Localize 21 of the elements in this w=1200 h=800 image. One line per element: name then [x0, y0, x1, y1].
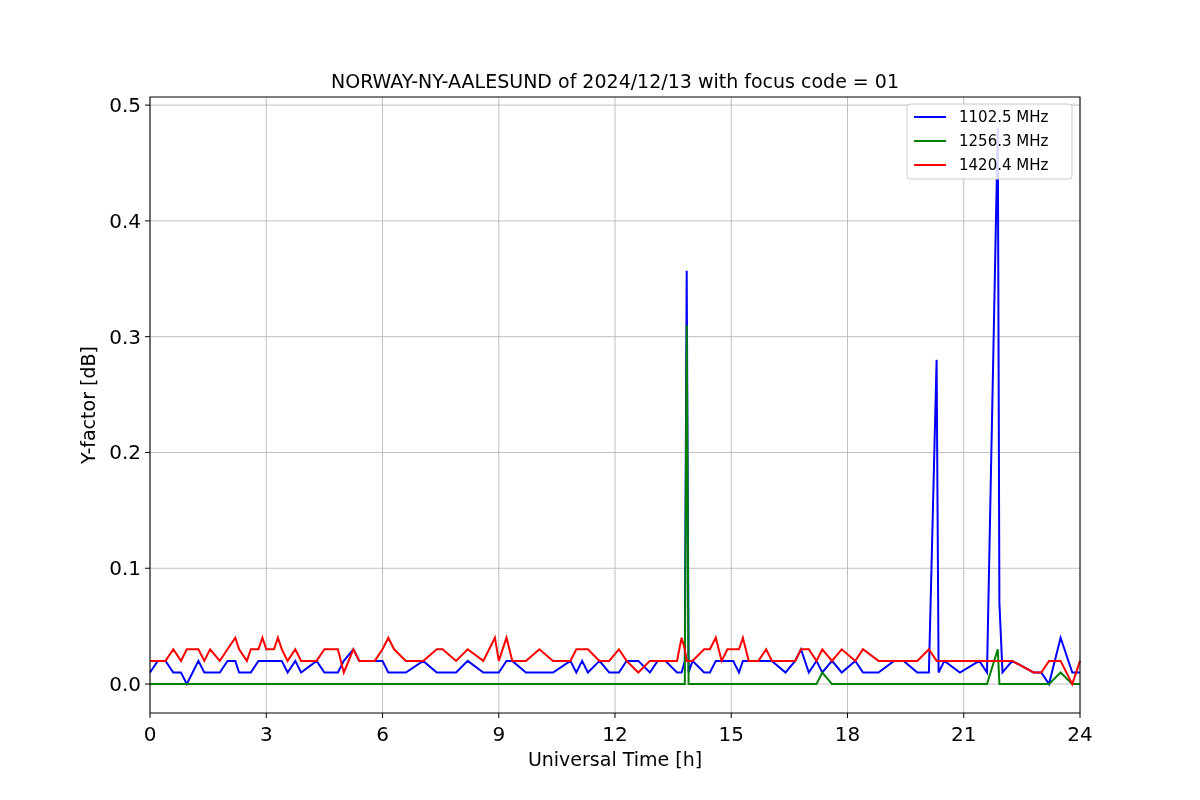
tick-label: 0: [143, 722, 157, 746]
tick-label: 15: [718, 722, 744, 746]
legend-label: 1102.5 MHz: [959, 108, 1049, 126]
legend-label: 1420.4 MHz: [959, 156, 1049, 174]
axis-label: Universal Time [h]: [527, 748, 703, 770]
tick-label: 3: [259, 722, 273, 746]
axis-label: Y-factor [dB]: [77, 346, 99, 464]
chart-title: NORWAY-NY-AALESUND of 2024/12/13 with focus code = 01: [331, 70, 899, 92]
tick-label: 0.2: [109, 440, 141, 465]
tick-label: 0.0: [109, 672, 141, 697]
tick-label: 0.5: [109, 93, 141, 118]
tick-label: 24: [1067, 722, 1093, 746]
tick-label: 0.1: [109, 556, 141, 581]
tick-label: 0.4: [109, 208, 141, 233]
tick-label: 18: [834, 722, 861, 746]
tick-label: 12: [602, 722, 628, 746]
tick-label: 0.3: [109, 324, 141, 349]
tick-label: 9: [492, 722, 506, 746]
legend-label: 1256.3 MHz: [959, 132, 1049, 150]
tick-label: 6: [376, 722, 389, 746]
tick-label: 21: [951, 722, 977, 746]
